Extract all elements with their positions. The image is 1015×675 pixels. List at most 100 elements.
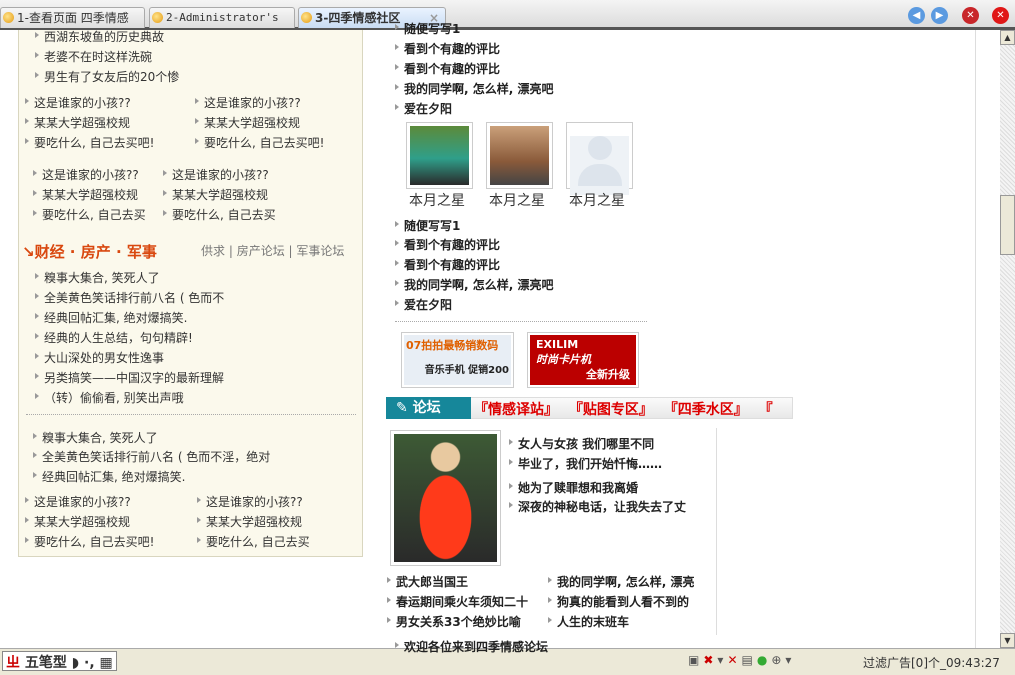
star-photo-placeholder[interactable] bbox=[566, 122, 633, 195]
list-item[interactable]: 全美黄色笑话排行前八名 ( 色而不 bbox=[35, 289, 224, 306]
list-item[interactable]: 某某大学超强校规 bbox=[33, 186, 138, 203]
list-item[interactable]: 春运期间乘火车须知二十 bbox=[387, 593, 528, 610]
link-supply[interactable]: 供求 bbox=[201, 244, 225, 258]
list-item[interactable]: 人生的末班车 bbox=[548, 613, 629, 630]
list-item[interactable]: 另类搞笑——中国汉字的最新理解 bbox=[35, 369, 224, 386]
popup-icon: ✕ bbox=[727, 653, 742, 667]
list-item[interactable]: 男生有了女友后的20个惨 bbox=[35, 68, 179, 85]
list-item[interactable]: 爱在夕阳 bbox=[395, 296, 452, 313]
list-item[interactable]: 看到个有趣的评比 bbox=[395, 256, 500, 273]
star-photo[interactable] bbox=[406, 122, 473, 189]
divider bbox=[395, 321, 647, 322]
page-icon bbox=[301, 12, 312, 23]
ime-toolbar[interactable]: ㄓ 五笔型 ◗ ·, ▦ bbox=[2, 651, 117, 671]
list-item[interactable]: 糗事大集合, 笑死人了 bbox=[33, 429, 158, 446]
scroll-thumb[interactable] bbox=[1000, 195, 1015, 255]
list-item[interactable]: 某某大学超强校规 bbox=[197, 513, 302, 530]
list-item[interactable]: 欢迎各位来到四季情感论坛 bbox=[395, 638, 548, 655]
star-photo[interactable] bbox=[486, 122, 553, 189]
list-item[interactable]: 这是谁家的小孩?? bbox=[195, 94, 301, 111]
list-item[interactable]: 男女关系33个绝妙比喻 bbox=[387, 613, 521, 630]
list-item[interactable]: 某某大学超强校规 bbox=[25, 114, 130, 131]
link-pictures[interactable]: 『贴图专区』 bbox=[569, 402, 653, 418]
list-item[interactable]: 糗事大集合, 笑死人了 bbox=[35, 269, 160, 286]
list-item[interactable]: 我的同学啊, 怎么样, 漂亮吧 bbox=[395, 276, 553, 293]
status-icons[interactable]: ▣✖▾✕▤●⊕▾ bbox=[688, 653, 795, 667]
list-item[interactable]: 深夜的神秘电话，让我失去了丈 bbox=[509, 498, 686, 515]
list-item[interactable]: 武大郎当国王 bbox=[387, 573, 468, 590]
link-house-forum[interactable]: 房产论坛 bbox=[237, 244, 285, 258]
ad-filter-status: 过滤广告[0]个_09:43:27 bbox=[863, 656, 1000, 670]
tab-2[interactable]: 2-Administrator's Co bbox=[149, 7, 295, 28]
list-item[interactable]: 看到个有趣的评比 bbox=[395, 40, 500, 57]
list-item[interactable]: 随便写写1 bbox=[395, 20, 460, 37]
list-item[interactable]: 爱在夕阳 bbox=[395, 100, 452, 117]
close-icon[interactable]: ✕ bbox=[962, 7, 979, 24]
scroll-up-icon[interactable]: ▲ bbox=[1000, 30, 1015, 45]
tab-1[interactable]: 1-查看页面 四季情感 bbox=[0, 7, 145, 28]
page-icon: ▣ bbox=[688, 653, 704, 667]
star-caption: 本月之星 bbox=[489, 193, 545, 209]
scroll-down-icon[interactable]: ▼ bbox=[1000, 633, 1015, 648]
list-item[interactable]: 随便写写1 bbox=[395, 217, 460, 234]
link-water[interactable]: 『四季水区』 bbox=[664, 402, 748, 418]
list-item[interactable]: 我的同学啊, 怎么样, 漂亮 bbox=[548, 573, 694, 590]
list-item[interactable]: 这是谁家的小孩?? bbox=[33, 166, 139, 183]
vertical-scrollbar[interactable]: ▲ ▼ bbox=[1000, 30, 1015, 648]
list-item[interactable]: 毕业了，我们开始忏悔…… bbox=[509, 455, 662, 472]
list-item[interactable]: 经典回帖汇集, 绝对爆搞笑. bbox=[33, 468, 185, 485]
scroll-tabs-right-icon[interactable]: ▶ bbox=[931, 7, 948, 24]
list-item[interactable]: 要吃什么, 自己去买吧! bbox=[25, 533, 154, 550]
list-item[interactable]: 要吃什么, 自己去买 bbox=[163, 206, 276, 223]
list-item[interactable]: 老婆不在时这样洗碗 bbox=[35, 48, 152, 65]
list-item[interactable]: 要吃什么, 自己去买吧! bbox=[25, 134, 154, 151]
globe-icon: ● bbox=[756, 653, 772, 667]
link-translation[interactable]: 『情感译站』 bbox=[474, 402, 558, 418]
list-item[interactable]: 某某大学超强校规 bbox=[163, 186, 268, 203]
list-item[interactable]: 要吃什么, 自己去买 bbox=[197, 533, 310, 550]
zoom-icon: ⊕ bbox=[771, 653, 786, 667]
list-item[interactable]: 看到个有趣的评比 bbox=[395, 60, 500, 77]
star-caption: 本月之星 bbox=[569, 193, 625, 209]
close-all-icon[interactable]: ✕ bbox=[992, 7, 1009, 24]
list-item[interactable]: 这是谁家的小孩?? bbox=[25, 94, 131, 111]
list-item[interactable]: 她为了赎罪想和我离婚 bbox=[509, 479, 638, 496]
page-icon bbox=[152, 12, 163, 23]
scroll-tabs-left-icon[interactable]: ◀ bbox=[908, 7, 925, 24]
block-icon: ✖ bbox=[703, 653, 718, 667]
link-military-forum[interactable]: 军事论坛 bbox=[296, 244, 344, 258]
list-item[interactable]: 某某大学超强校规 bbox=[195, 114, 300, 131]
list-item[interactable]: 狗真的能看到人看不到的 bbox=[548, 593, 689, 610]
section-title: ↘财经 · 房产 · 军事 bbox=[22, 243, 157, 261]
ime-logo-icon: ㄓ bbox=[6, 655, 20, 671]
list-item[interactable]: 全美黄色笑话排行前八名 ( 色而不淫，绝对 bbox=[33, 448, 270, 465]
ad-banner-exilim[interactable]: EXILIM 时尚卡片机 全新升级 bbox=[527, 332, 639, 388]
forum-tab[interactable]: ✎ 论坛 bbox=[386, 397, 471, 419]
list-item[interactable]: 这是谁家的小孩?? bbox=[163, 166, 269, 183]
list-item[interactable]: 这是谁家的小孩?? bbox=[25, 493, 131, 510]
window-icon: ▤ bbox=[741, 653, 757, 667]
list-item[interactable]: 女人与女孩 我们哪里不同 bbox=[509, 435, 654, 452]
list-item[interactable]: 经典回帖汇集, 绝对爆搞笑. bbox=[35, 309, 187, 326]
tab-bar: 1-查看页面 四季情感 2-Administrator's Co 3-四季情感社… bbox=[0, 0, 1015, 30]
divider bbox=[716, 428, 717, 635]
ad-banner-digital[interactable]: 07拍拍最畅销数码 音乐手机 促销200 bbox=[401, 332, 514, 388]
list-item[interactable]: 经典的人生总结，句句精辟! bbox=[35, 329, 193, 346]
page-icon bbox=[3, 12, 14, 23]
list-item[interactable]: 西湖东坡鱼的历史典故 bbox=[35, 28, 164, 45]
list-item[interactable]: 要吃什么, 自己去买 bbox=[33, 206, 146, 223]
forum-links: 『情感译站』 『贴图专区』 『四季水区』 『 bbox=[474, 402, 773, 418]
list-item[interactable]: 我的同学啊, 怎么样, 漂亮吧 bbox=[395, 80, 553, 97]
star-caption: 本月之星 bbox=[409, 193, 465, 209]
divider bbox=[975, 30, 976, 648]
list-item[interactable]: 要吃什么, 自己去买吧! bbox=[195, 134, 324, 151]
section-links: 供求 | 房产论坛 | 军事论坛 bbox=[201, 244, 345, 258]
pencil-icon: ✎ bbox=[396, 400, 408, 416]
forum-photo[interactable] bbox=[390, 430, 501, 566]
list-item[interactable]: 这是谁家的小孩?? bbox=[197, 493, 303, 510]
list-item[interactable]: 看到个有趣的评比 bbox=[395, 236, 500, 253]
list-item[interactable]: 某某大学超强校规 bbox=[25, 513, 130, 530]
divider bbox=[26, 414, 356, 415]
list-item[interactable]: （转）偷偷看, 别笑出声哦 bbox=[35, 389, 184, 406]
list-item[interactable]: 大山深处的男女性逸事 bbox=[35, 349, 164, 366]
